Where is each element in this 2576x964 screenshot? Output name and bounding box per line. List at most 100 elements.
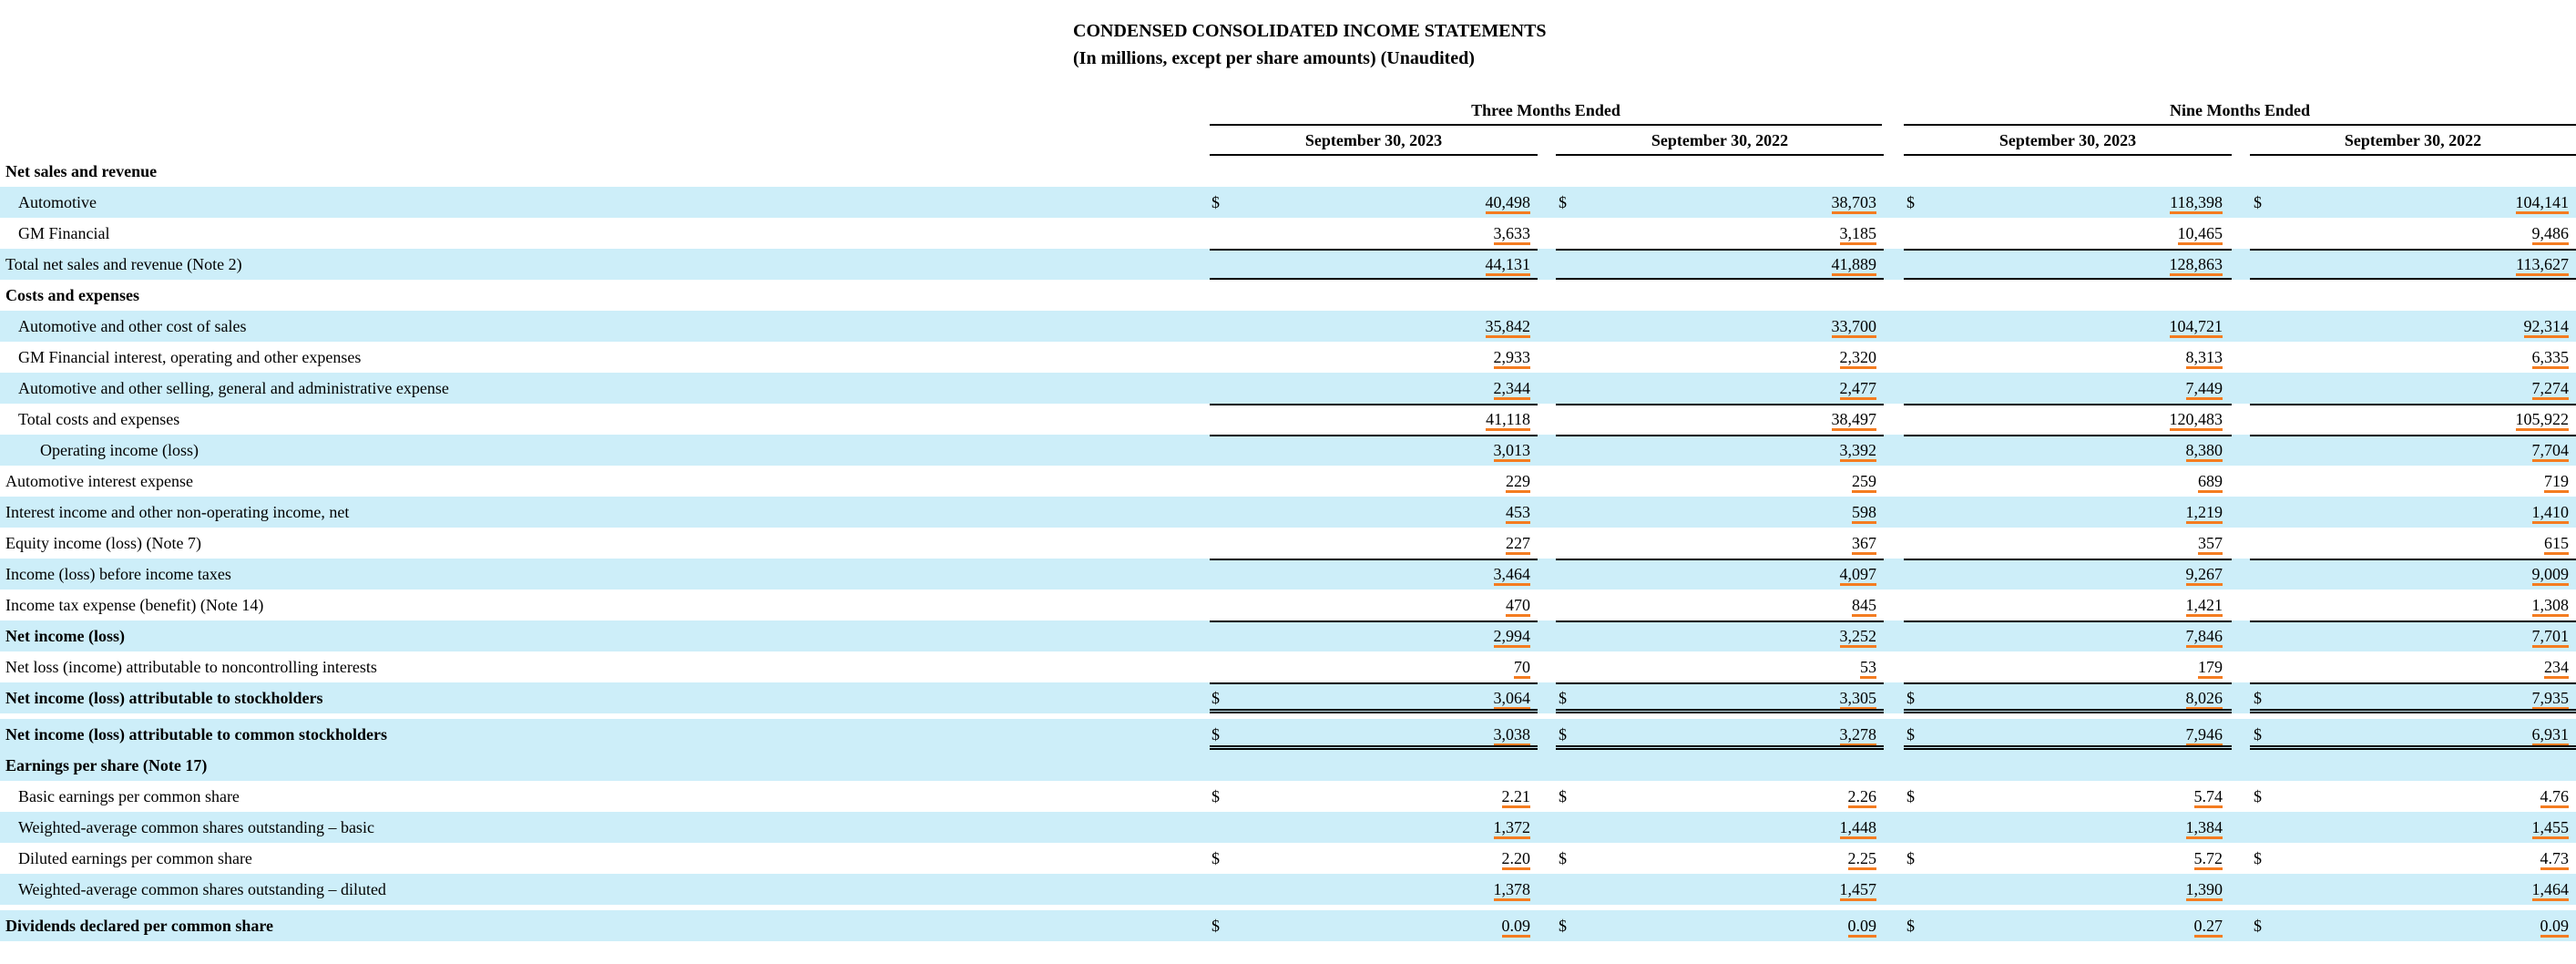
row-label: Net income (loss) attributable to common… — [5, 725, 387, 744]
value-cell: 1,457 — [1694, 874, 1876, 905]
total-rule — [1210, 682, 1538, 684]
value-text: 2,933 — [1493, 348, 1530, 369]
value-text: 38,703 — [1831, 193, 1876, 214]
row-label: Equity income (loss) (Note 7) — [5, 534, 201, 552]
value-text: 120,483 — [2169, 410, 2223, 431]
value-text: 2.21 — [1501, 787, 1530, 808]
total-rule — [1556, 404, 1884, 405]
value-text: 6,335 — [2531, 348, 2569, 369]
value-cell: 2,933 — [1348, 342, 1530, 373]
value-text: 3,064 — [1493, 689, 1530, 710]
value-text: 6,931 — [2531, 725, 2569, 746]
currency-symbol: $ — [2254, 917, 2262, 935]
currency-symbol: $ — [1211, 787, 1220, 805]
value-cell: 105,922 — [2387, 404, 2569, 435]
row-label: Net income (loss) — [5, 627, 125, 645]
value-cell: 33,700 — [1694, 311, 1876, 342]
value-text: 1,464 — [2531, 880, 2569, 901]
statement-row: Net income (loss) 2,994 3,252 7,846 7,701 — [0, 620, 2576, 651]
value-text: 8,026 — [2185, 689, 2223, 710]
value-text: 7,946 — [2185, 725, 2223, 746]
currency-symbol: $ — [1906, 193, 1915, 211]
value-text: 259 — [1852, 472, 1876, 493]
value-text: 0.27 — [2193, 917, 2223, 938]
row-label: Automotive and other selling, general an… — [18, 379, 449, 397]
value-cell: 70 — [1348, 651, 1530, 682]
value-cell: 38,703 — [1694, 187, 1876, 218]
statement-row: Total costs and expenses 41,118 38,497 120,… — [0, 404, 2576, 435]
value-cell: 44,131 — [1348, 249, 1530, 280]
value-cell: 40,498 — [1348, 187, 1530, 218]
value-text: 4,097 — [1839, 565, 1876, 586]
statement-row: Income (loss) before income taxes 3,464 4,… — [0, 559, 2576, 590]
value-cell: 2,320 — [1694, 342, 1876, 373]
value-text: 7,846 — [2185, 627, 2223, 648]
value-cell: 1,455 — [2387, 812, 2569, 843]
value-cell: 0.09 — [2387, 910, 2569, 941]
row-label: Operating income (loss) — [40, 441, 199, 459]
statement-row: Automotive and other selling, general an… — [0, 373, 2576, 404]
value-cell: 3,013 — [1348, 435, 1530, 466]
value-text: 719 — [2544, 472, 2569, 493]
value-text: 41,889 — [1831, 255, 1876, 276]
total-rule — [1210, 435, 1538, 436]
total-rule — [2250, 559, 2576, 560]
value-cell: 470 — [1348, 590, 1530, 620]
value-cell: 1,390 — [2040, 874, 2223, 905]
value-text: 9,486 — [2531, 224, 2569, 245]
total-rule — [1210, 559, 1538, 560]
value-text: 9,267 — [2185, 565, 2223, 586]
statement-subtitle: (In millions, except per share amounts) … — [1073, 48, 1475, 68]
value-text: 33,700 — [1831, 317, 1876, 338]
total-rule — [2250, 404, 2576, 405]
value-text: 1,455 — [2531, 818, 2569, 839]
value-cell: 7,449 — [2040, 373, 2223, 404]
value-cell: 453 — [1348, 497, 1530, 528]
value-cell: 5.72 — [2040, 843, 2223, 874]
statement-row: Net sales and revenue — [0, 156, 2576, 187]
row-label: Income tax expense (benefit) (Note 14) — [5, 596, 264, 614]
statement-row: Weighted-average common shares outstandi… — [0, 874, 2576, 905]
row-label: Basic earnings per common share — [18, 787, 240, 805]
total-rule — [2250, 435, 2576, 436]
value-text: 70 — [1514, 658, 1530, 679]
value-text: 1,308 — [2531, 596, 2569, 617]
value-text: 44,131 — [1485, 255, 1530, 276]
value-cell: 0.09 — [1348, 910, 1530, 941]
value-text: 3,392 — [1839, 441, 1876, 462]
value-cell: 259 — [1694, 466, 1876, 497]
period-header-nine-months: Nine Months Ended — [1904, 97, 2576, 126]
row-label: Total net sales and revenue (Note 2) — [5, 255, 242, 273]
value-text: 1,372 — [1493, 818, 1530, 839]
value-text: 2.26 — [1847, 787, 1876, 808]
total-rule — [2250, 620, 2576, 622]
value-text: 227 — [1506, 534, 1530, 555]
value-text: 38,497 — [1831, 410, 1876, 431]
value-cell: 227 — [1348, 528, 1530, 559]
currency-symbol: $ — [2254, 849, 2262, 867]
statement-row: Costs and expenses — [0, 280, 2576, 311]
column-header-ytd-2022: September 30, 2022 — [2250, 128, 2576, 156]
value-cell: 8,313 — [2040, 342, 2223, 373]
row-label: GM Financial interest, operating and oth… — [18, 348, 362, 366]
statement-row: Net income (loss) attributable to stockh… — [0, 682, 2576, 713]
currency-symbol: $ — [1211, 849, 1220, 867]
value-cell: 615 — [2387, 528, 2569, 559]
value-cell: 0.09 — [1694, 910, 1876, 941]
value-text: 7,704 — [2531, 441, 2569, 462]
value-text: 8,380 — [2185, 441, 2223, 462]
value-cell: 2.20 — [1348, 843, 1530, 874]
value-text: 3,252 — [1839, 627, 1876, 648]
value-text: 40,498 — [1485, 193, 1530, 214]
value-cell: 3,185 — [1694, 218, 1876, 249]
total-rule — [2250, 682, 2576, 684]
value-cell: 0.27 — [2040, 910, 2223, 941]
value-cell: 8,380 — [2040, 435, 2223, 466]
value-cell: 367 — [1694, 528, 1876, 559]
value-text: 113,627 — [2516, 255, 2569, 276]
row-label: Interest income and other non-operating … — [5, 503, 350, 521]
statement-header: CONDENSED CONSOLIDATED INCOME STATEMENTS… — [1073, 18, 1547, 72]
value-text: 0.09 — [1847, 917, 1876, 938]
value-text: 7,935 — [2531, 689, 2569, 710]
value-cell: 845 — [1694, 590, 1876, 620]
